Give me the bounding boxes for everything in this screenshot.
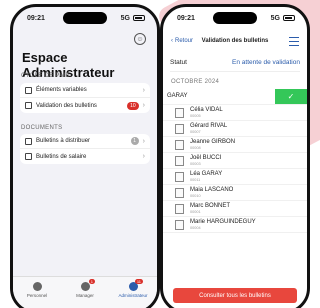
profile-icon[interactable]: ☺ [134, 33, 146, 45]
list-item[interactable]: Léa GARAY 00011 [163, 169, 307, 185]
statut-value: En attente de validation [232, 59, 300, 66]
statut-label: Statut [170, 59, 187, 66]
nav-bar: ‹ Retour Validation des bulletins [163, 34, 307, 48]
list-item[interactable]: Marc BONNET 00001 [163, 201, 307, 217]
menu-item-bulletins-de-salaire[interactable]: Bulletins de salaire › [20, 149, 150, 164]
network-label: 5G [270, 14, 280, 22]
list-icon [25, 86, 32, 94]
list-item[interactable]: Maia LASCANO 00010 [163, 185, 307, 201]
network-label: 5G [120, 14, 130, 22]
document-check-icon [25, 102, 32, 109]
list-item[interactable]: Joël BUCCI 00003 [163, 153, 307, 169]
phone-admin-home: 09:21 5G ☺ Espace Administrateur CYCLE D… [10, 4, 160, 308]
employee-list: GARAY ✓ Célia VIDAL 00005 Gérard RIVAL 000… [163, 89, 307, 233]
menu-item-elements-variables[interactable]: Éléments variables › [20, 83, 150, 98]
document-icon [175, 171, 184, 182]
validate-check-button[interactable]: ✓ [275, 89, 307, 104]
statut-selector[interactable]: Statut En attente de validation [170, 54, 300, 72]
back-button[interactable]: ‹ Retour [171, 38, 193, 44]
month-header: OCTOBRE 2024 [171, 79, 220, 85]
chevron-right-icon: › [142, 137, 145, 145]
phone-validation: 09:21 5G ‹ Retour Validation des bulleti… [160, 4, 310, 308]
document-icon [175, 107, 184, 118]
person-icon [32, 282, 42, 291]
list-item-swiped[interactable]: GARAY ✓ [163, 89, 307, 105]
battery-icon [283, 15, 295, 21]
tab-bar: Personnel 1 Manager 11 Administrateur [13, 276, 157, 308]
document-icon [25, 153, 32, 160]
menu-item-bulletins-a-distribuer[interactable]: Bulletins à distribuer 1 › [20, 134, 150, 149]
nav-title: Validation des bulletins [201, 38, 269, 44]
menu-item-validation-bulletins[interactable]: Validation des bulletins 10 › [20, 98, 150, 113]
count-badge: 1 [130, 137, 139, 145]
consult-all-button[interactable]: Consulter tous les bulletins [173, 288, 297, 303]
document-icon [175, 187, 184, 198]
status-bar: 09:21 5G [163, 11, 307, 25]
manager-icon [80, 282, 90, 291]
status-time: 09:21 [177, 14, 195, 22]
section-header-cycle: CYCLE DE PAIE [21, 73, 70, 79]
list-item[interactable]: Gérard RIVAL 00007 [163, 121, 307, 137]
chevron-left-icon: ‹ [171, 38, 173, 44]
list-item[interactable]: Marie HARGUINDEGUY 00004 [163, 217, 307, 233]
documents-card: Bulletins à distribuer 1 › Bulletins de … [20, 134, 150, 164]
count-badge: 10 [127, 101, 139, 110]
cycle-card: Éléments variables › Validation des bull… [20, 83, 150, 113]
filter-icon[interactable] [289, 36, 299, 46]
tab-badge: 11 [134, 279, 143, 284]
tab-personnel[interactable]: Personnel [19, 282, 55, 308]
chevron-right-icon: › [142, 153, 145, 160]
chevron-right-icon: › [142, 102, 145, 109]
document-icon [25, 137, 32, 145]
chevron-right-icon: › [142, 86, 145, 94]
list-item[interactable]: Jeanne GIRBON 00008 [163, 137, 307, 153]
status-time: 09:21 [27, 14, 45, 22]
battery-icon [133, 15, 145, 21]
document-icon [175, 219, 184, 230]
document-icon [175, 203, 184, 214]
list-item[interactable]: Célia VIDAL 00005 [163, 105, 307, 121]
document-icon [175, 123, 184, 134]
section-header-documents: DOCUMENTS [21, 125, 63, 131]
tab-manager[interactable]: 1 Manager [67, 279, 103, 308]
document-icon [175, 155, 184, 166]
document-icon [175, 139, 184, 150]
tab-badge: 1 [88, 279, 95, 284]
tab-administrateur[interactable]: 11 Administrateur [115, 279, 151, 308]
status-bar: 09:21 5G [13, 11, 157, 25]
